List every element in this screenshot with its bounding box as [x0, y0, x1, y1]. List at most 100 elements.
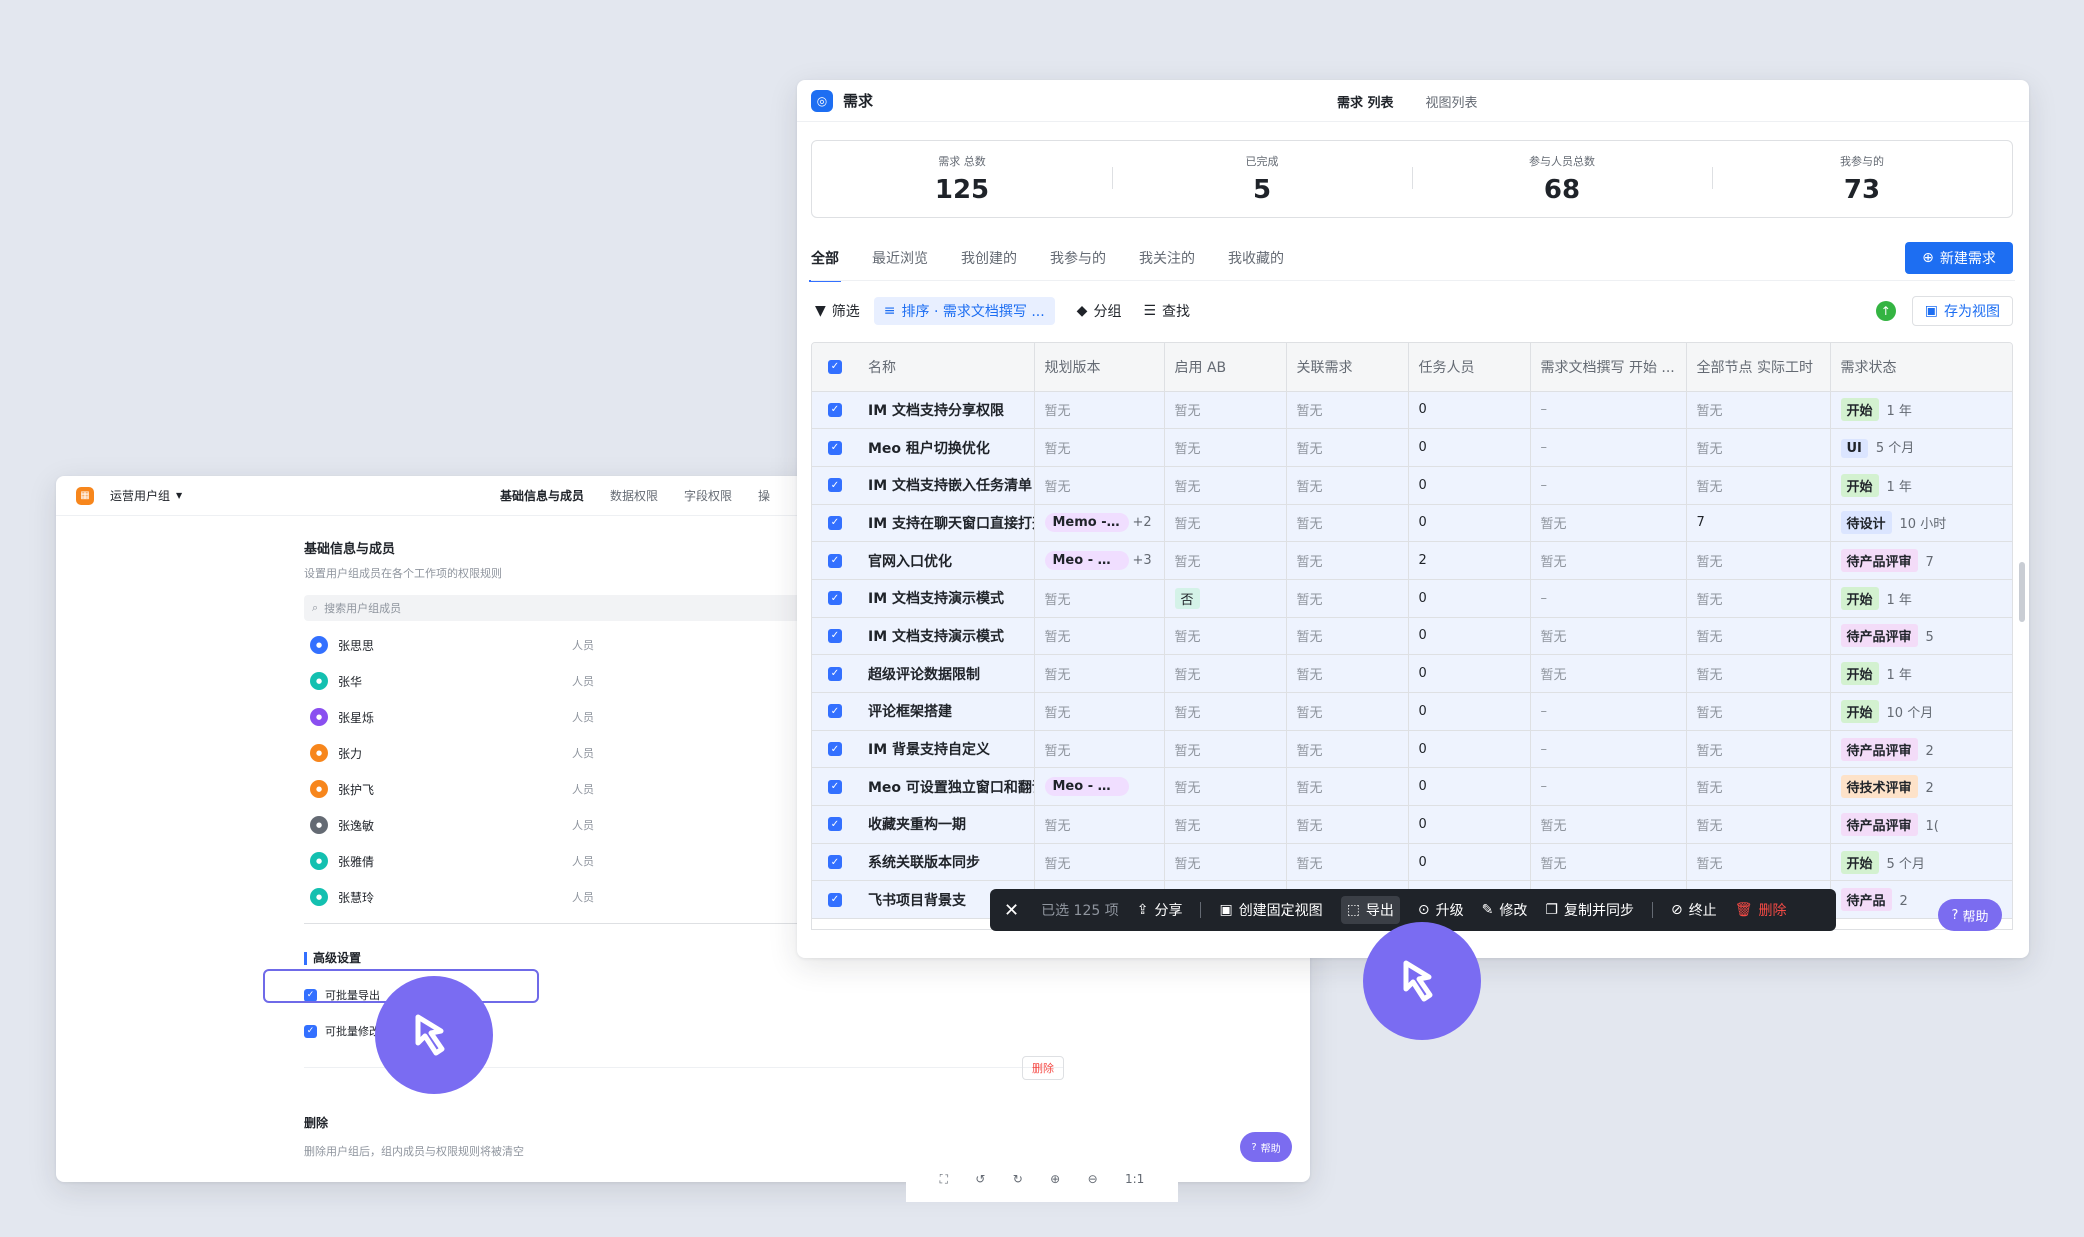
row-doc-start[interactable]: –: [1530, 767, 1687, 807]
row-checkbox[interactable]: ✓: [812, 579, 858, 618]
row-people[interactable]: 0: [1408, 730, 1531, 769]
status-badge[interactable]: 待产品评审: [1840, 812, 1918, 836]
row-hours[interactable]: 暂无: [1686, 692, 1831, 731]
upgrade-button[interactable]: ⊙ 升级: [1418, 900, 1464, 920]
tab-created[interactable]: 我创建的: [961, 248, 1017, 268]
tab-recent[interactable]: 最近浏览: [872, 248, 928, 268]
row-name[interactable]: Meo 可设置独立窗口和翻译记录: [858, 767, 1035, 807]
group-selector[interactable]: 运营用户组 ▼: [110, 487, 182, 504]
share-button[interactable]: ⇪ 分享: [1137, 900, 1183, 920]
col-name[interactable]: 名称: [858, 343, 1035, 392]
modify-button[interactable]: ✎ 修改: [1482, 900, 1528, 920]
row-related[interactable]: 暂无: [1286, 391, 1409, 430]
row-name[interactable]: IM 背景支持自定义: [858, 730, 1035, 769]
table-row[interactable]: ✓ 系统关联版本同步 暂无 暂无 暂无 0 暂无 暂无 开始 5 个月: [812, 843, 2012, 882]
row-doc-start[interactable]: 暂无: [1530, 654, 1687, 693]
row-related[interactable]: 暂无: [1286, 504, 1409, 543]
row-version[interactable]: 暂无: [1034, 466, 1165, 505]
checkbox-checked-icon[interactable]: ✓: [828, 359, 842, 374]
row-name[interactable]: IM 文档支持分享权限: [858, 391, 1035, 430]
row-related[interactable]: 暂无: [1286, 654, 1409, 693]
tab-participated[interactable]: 我参与的: [1050, 248, 1106, 268]
row-version[interactable]: 暂无: [1034, 730, 1165, 769]
row-checkbox[interactable]: ✓: [812, 654, 858, 693]
version-pill[interactable]: Meo - A...: [1044, 551, 1129, 571]
row-checkbox[interactable]: ✓: [812, 805, 858, 844]
status-badge[interactable]: 待产品评审: [1840, 737, 1918, 761]
row-people[interactable]: 0: [1408, 692, 1531, 731]
row-ab[interactable]: 暂无: [1164, 504, 1287, 543]
tab-view-list[interactable]: 视图列表: [1426, 92, 1478, 111]
status-badge[interactable]: 待设计: [1840, 511, 1892, 535]
table-row[interactable]: ✓ 超级评论数据限制 暂无 暂无 暂无 0 暂无 暂无 开始 1 年: [812, 654, 2012, 693]
col-related[interactable]: 关联需求: [1286, 343, 1409, 392]
row-hours[interactable]: 暂无: [1686, 428, 1831, 467]
row-people[interactable]: 0: [1408, 504, 1531, 543]
new-requirement-button[interactable]: ⊕ 新建需求: [1905, 242, 2013, 274]
status-badge[interactable]: 开始: [1840, 398, 1879, 422]
row-status[interactable]: 待产品评审 1(: [1830, 805, 2012, 844]
row-doc-start[interactable]: –: [1530, 730, 1687, 769]
row-hours[interactable]: 暂无: [1686, 843, 1831, 882]
row-name[interactable]: 超级评论数据限制: [858, 654, 1035, 693]
row-people[interactable]: 0: [1408, 654, 1531, 693]
tab-data-permission[interactable]: 数据权限: [610, 487, 658, 504]
row-people[interactable]: 0: [1408, 579, 1531, 618]
status-badge[interactable]: 开始: [1840, 473, 1879, 497]
row-version[interactable]: Memo - ... +2: [1034, 504, 1165, 543]
status-badge[interactable]: UI: [1840, 439, 1868, 459]
row-people[interactable]: 0: [1408, 843, 1531, 882]
row-hours[interactable]: 暂无: [1686, 617, 1831, 656]
row-status[interactable]: 开始 1 年: [1830, 579, 2012, 618]
row-doc-start[interactable]: 暂无: [1530, 541, 1687, 580]
zoom-ratio[interactable]: 1:1: [1125, 1172, 1144, 1186]
row-ab[interactable]: 否: [1164, 579, 1287, 618]
export-button[interactable]: ⬚ 导出: [1340, 896, 1400, 924]
row-status[interactable]: UI 5 个月: [1830, 428, 2012, 467]
checkbox-checked-icon[interactable]: ✓: [828, 515, 842, 530]
row-status[interactable]: 开始 1 年: [1830, 391, 2012, 430]
checkbox-checked-icon[interactable]: ✓: [828, 892, 842, 907]
row-ab[interactable]: 暂无: [1164, 391, 1287, 430]
row-checkbox[interactable]: ✓: [812, 730, 858, 769]
row-checkbox[interactable]: ✓: [812, 541, 858, 580]
row-name[interactable]: IM 文档支持嵌入任务清单: [858, 466, 1035, 505]
help-button[interactable]: ? 帮助: [1938, 899, 2002, 931]
tab-operation[interactable]: 操: [758, 487, 770, 504]
row-checkbox[interactable]: ✓: [812, 391, 858, 430]
row-related[interactable]: 暂无: [1286, 767, 1409, 807]
vertical-scrollbar[interactable]: [2019, 562, 2025, 622]
row-checkbox[interactable]: ✓: [812, 692, 858, 731]
row-name[interactable]: Meo 租户切换优化: [858, 428, 1035, 467]
row-people[interactable]: 0: [1408, 428, 1531, 467]
row-status[interactable]: 开始 10 个月: [1830, 692, 2012, 731]
select-all-checkbox[interactable]: ✓: [812, 343, 858, 392]
row-checkbox[interactable]: ✓: [812, 767, 858, 807]
row-name[interactable]: 评论框架搭建: [858, 692, 1035, 731]
row-version[interactable]: 暂无: [1034, 579, 1165, 618]
table-row[interactable]: ✓ IM 文档支持演示模式 暂无否暂无 0– 暂无 开始 1 年: [812, 579, 2012, 618]
tab-field-permission[interactable]: 字段权限: [684, 487, 732, 504]
rotate-left-icon[interactable]: ↺: [975, 1172, 985, 1186]
row-people[interactable]: 2: [1408, 541, 1531, 580]
row-hours[interactable]: 暂无: [1686, 654, 1831, 693]
checkbox-checked-icon[interactable]: ✓: [828, 855, 842, 870]
status-badge[interactable]: 开始: [1840, 586, 1879, 610]
version-more[interactable]: +2: [1133, 515, 1152, 530]
version-more[interactable]: +3: [1133, 553, 1152, 568]
row-people[interactable]: 0: [1408, 767, 1531, 807]
row-related[interactable]: 暂无: [1286, 692, 1409, 731]
tab-basic-info[interactable]: 基础信息与成员: [500, 487, 584, 504]
checkbox-checked-icon[interactable]: ✓: [828, 779, 842, 794]
col-doc-start[interactable]: 需求文档撰写 开始 ...: [1530, 343, 1687, 392]
row-name[interactable]: IM 文档支持演示模式: [858, 617, 1035, 656]
help-button[interactable]: ? 帮助: [1240, 1132, 1292, 1162]
row-version[interactable]: 暂无: [1034, 617, 1165, 656]
row-hours[interactable]: 暂无: [1686, 805, 1831, 844]
table-row[interactable]: ✓ 评论框架搭建 暂无 暂无 暂无 0– 暂无 开始 10 个月: [812, 692, 2012, 731]
row-doc-start[interactable]: –: [1530, 391, 1687, 430]
row-checkbox[interactable]: ✓: [812, 843, 858, 882]
status-badge[interactable]: 开始: [1840, 850, 1879, 874]
row-ab[interactable]: 暂无: [1164, 692, 1287, 731]
row-related[interactable]: 暂无: [1286, 843, 1409, 882]
